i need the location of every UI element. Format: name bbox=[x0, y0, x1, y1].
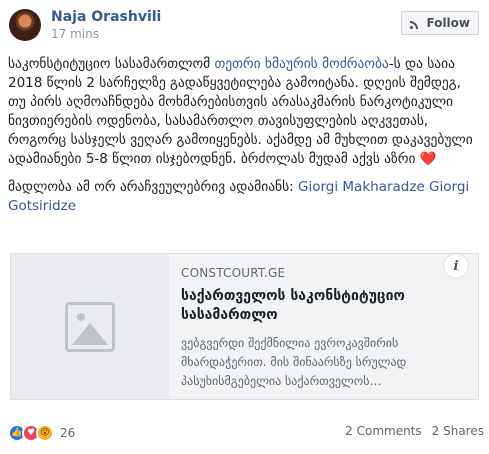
post-paragraph-1: საკონსტიტუციო სასამართლომ თეთრი ხმაურის … bbox=[8, 55, 480, 169]
heart-emoji: ❤️ bbox=[419, 151, 437, 167]
link-info: CONSTCOURT.GE საქართველოს საკონსტიტუციო … bbox=[181, 266, 461, 391]
shares-count-link[interactable]: 2 Shares bbox=[432, 424, 484, 438]
post-text: საკონსტიტუციო სასამართლომ bbox=[8, 56, 215, 72]
follow-button[interactable]: Follow bbox=[401, 11, 479, 35]
post-header: Naja Orashvili 17 mins Follow bbox=[9, 9, 479, 41]
post-time[interactable]: 17 mins bbox=[51, 27, 99, 41]
link-title[interactable]: საქართველოს საკონსტიტუციო სასამართლო bbox=[181, 287, 461, 325]
post-stats: 2 Comments 2 Shares bbox=[345, 424, 484, 438]
comments-count-link[interactable]: 2 Comments bbox=[345, 424, 422, 438]
wow-reaction-icon: 😮 bbox=[36, 424, 54, 442]
post-text: -ს და საია 2018 წლის 2 სარჩელზე გადაწყვე… bbox=[8, 56, 473, 167]
post-text: მადლობა ამ ორ არაჩვეულებრივ ადამიანს: bbox=[8, 179, 299, 195]
follow-label: Follow bbox=[426, 16, 470, 30]
author-name[interactable]: Naja Orashvili bbox=[51, 9, 161, 25]
image-placeholder-icon bbox=[65, 301, 115, 352]
post-footer: 👍 ♥ 😮 26 2 Comments 2 Shares bbox=[8, 424, 484, 442]
facebook-post: Naja Orashvili 17 mins Follow საკონსტიტუ… bbox=[0, 0, 489, 454]
reactions-summary[interactable]: 👍 ♥ 😮 26 bbox=[8, 424, 75, 442]
link-description: ვებგვერდი შექმნილია ევროკავშირის მხარდაჭ… bbox=[181, 336, 407, 388]
mentioned-page-link[interactable]: თეთრი ხმაურის მოძრაობა bbox=[214, 56, 388, 72]
avatar[interactable] bbox=[9, 9, 41, 41]
reaction-count[interactable]: 26 bbox=[60, 426, 75, 440]
link-domain: CONSTCOURT.GE bbox=[181, 266, 286, 280]
post-body: საკონსტიტუციო სასამართლომ თეთრი ხმაურის … bbox=[8, 55, 480, 216]
rss-icon bbox=[410, 18, 421, 29]
post-paragraph-2: მადლობა ამ ორ არაჩვეულებრივ ადამიანს: Gi… bbox=[8, 178, 480, 216]
link-thumbnail[interactable] bbox=[11, 254, 169, 399]
link-preview-card[interactable]: i CONSTCOURT.GE საქართველოს საკონსტიტუცი… bbox=[10, 253, 479, 400]
